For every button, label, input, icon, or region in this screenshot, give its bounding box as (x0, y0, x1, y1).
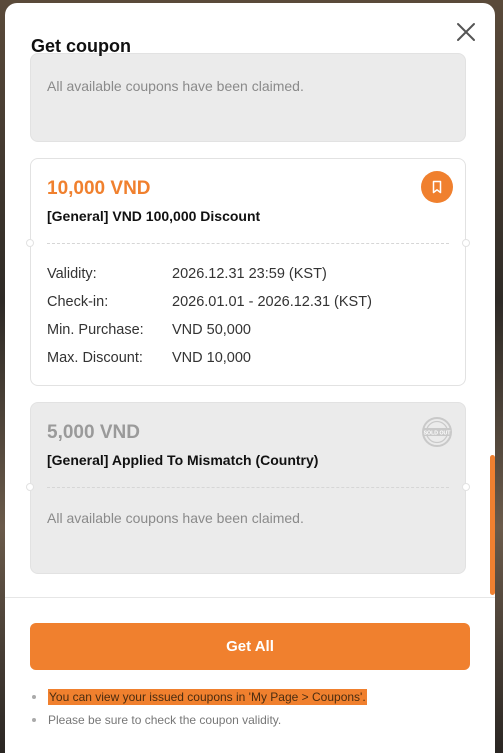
info-row-max-discount: Max. Discount: VND 10,000 (47, 350, 251, 366)
coupon-card: 10,000 VND [General] VND 100,000 Discoun… (26, 158, 470, 386)
dashed-divider (47, 487, 449, 488)
bullet-icon (32, 695, 36, 699)
info-row-validity: Validity: 2026.12.31 23:59 (KST) (47, 266, 327, 282)
dashed-divider (47, 243, 449, 244)
info-row-min-purchase: Min. Purchase: VND 50,000 (47, 322, 251, 338)
close-icon (453, 23, 479, 49)
info-value: VND 50,000 (172, 322, 251, 338)
footer-divider (5, 597, 495, 598)
close-button[interactable] (453, 19, 479, 45)
bullet-icon (32, 718, 36, 722)
ticket-notch-left (26, 239, 34, 247)
info-value: 2026.01.01 - 2026.12.31 (KST) (172, 294, 372, 310)
info-label: Max. Discount: (47, 350, 143, 366)
notes-list: You can view your issued coupons in 'My … (32, 689, 472, 735)
coupon-name: [General] VND 100,000 Discount (47, 208, 261, 224)
note-item: Please be sure to check the coupon valid… (32, 713, 472, 727)
sold-out-stamp-label: SOLD OUT (424, 430, 452, 436)
info-value: 2026.12.31 23:59 (KST) (172, 266, 327, 282)
note-text-highlighted: You can view your issued coupons in 'My … (48, 689, 367, 705)
sold-out-stamp-icon: SOLD OUT (421, 416, 453, 448)
info-label: Min. Purchase: (47, 322, 144, 338)
ticket-notch-left (26, 483, 34, 491)
coupon-name: [General] Applied To Mismatch (Country) (47, 452, 319, 468)
claimed-message: All available coupons have been claimed. (47, 78, 304, 94)
coupon-price: 10,000 VND (47, 178, 151, 199)
ticket-notch-right (462, 239, 470, 247)
bookmark-icon (430, 180, 444, 194)
coupon-list-scroll-area[interactable]: All available coupons have been claimed.… (5, 3, 495, 597)
coupon-card-sold-out: 5,000 VND [General] Applied To Mismatch … (26, 402, 470, 574)
claimed-message: All available coupons have been claimed. (47, 510, 304, 526)
info-label: Validity: (47, 266, 97, 282)
coupon-card-claimed-partial: All available coupons have been claimed. (30, 53, 466, 142)
note-item: You can view your issued coupons in 'My … (32, 689, 472, 705)
info-label: Check-in: (47, 294, 109, 310)
get-all-button[interactable]: Get All (30, 623, 470, 670)
scrollbar-thumb[interactable] (490, 455, 495, 595)
info-row-check-in: Check-in: 2026.01.01 - 2026.12.31 (KST) (47, 294, 372, 310)
coupon-price: 5,000 VND (47, 422, 140, 443)
ticket-notch-right (462, 483, 470, 491)
modal-title: Get coupon (31, 36, 131, 56)
coupon-modal: All available coupons have been claimed.… (5, 3, 495, 753)
info-value: VND 10,000 (172, 350, 251, 366)
note-text: Please be sure to check the coupon valid… (48, 713, 282, 727)
download-coupon-button[interactable] (421, 171, 453, 203)
